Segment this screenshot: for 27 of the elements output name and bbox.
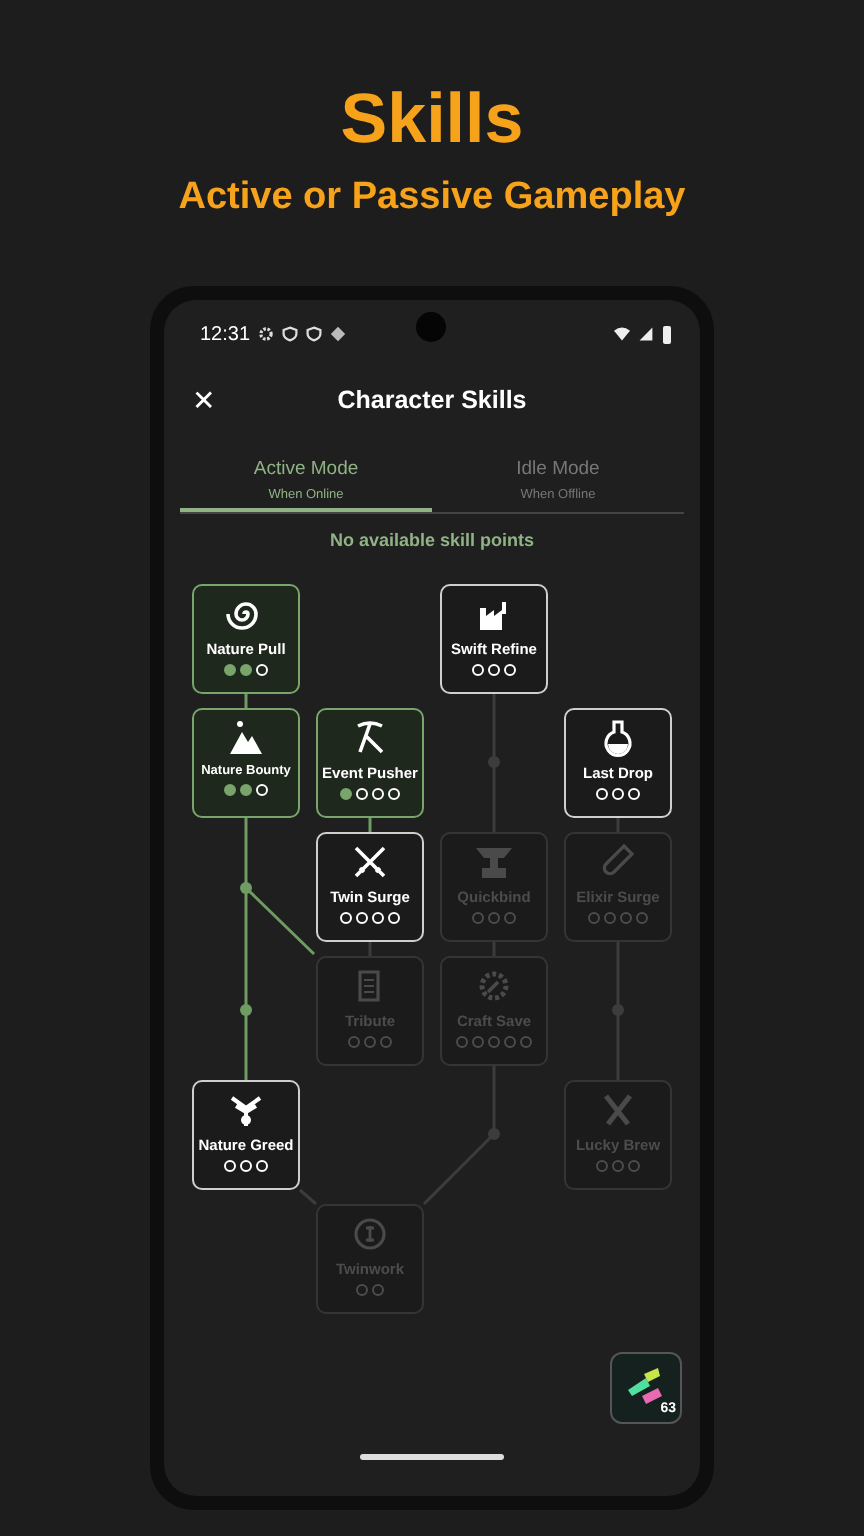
signal-icon	[638, 326, 654, 342]
swords-icon	[350, 841, 390, 881]
connector-line	[299, 1187, 317, 1205]
battery-icon	[662, 324, 672, 344]
connector-line	[368, 817, 372, 831]
close-button[interactable]: ✕	[192, 386, 216, 414]
home-indicator	[360, 1454, 504, 1460]
connector-line	[422, 1065, 496, 1205]
diamond-icon	[330, 326, 347, 342]
mountain-icon	[226, 717, 266, 757]
status-message: No available skill points	[327, 528, 537, 554]
connector-dot	[240, 881, 252, 893]
gear-icon	[258, 326, 275, 342]
connector-dot	[240, 1003, 252, 1015]
headline: Skills	[338, 78, 526, 154]
status-time: 12:31	[200, 321, 251, 349]
wifi-icon	[614, 326, 630, 342]
camera-hole	[416, 312, 446, 342]
subheadline: Active or Passive Gameplay	[176, 174, 688, 222]
connector-dot	[488, 1127, 500, 1139]
vial-icon	[598, 841, 638, 881]
coin-icon	[350, 1213, 390, 1253]
flask-icon	[598, 717, 638, 757]
screen-title: Character Skills	[337, 383, 527, 418]
connector-dot	[488, 755, 500, 767]
connector-dot	[612, 1003, 624, 1015]
connector-line	[244, 693, 248, 707]
